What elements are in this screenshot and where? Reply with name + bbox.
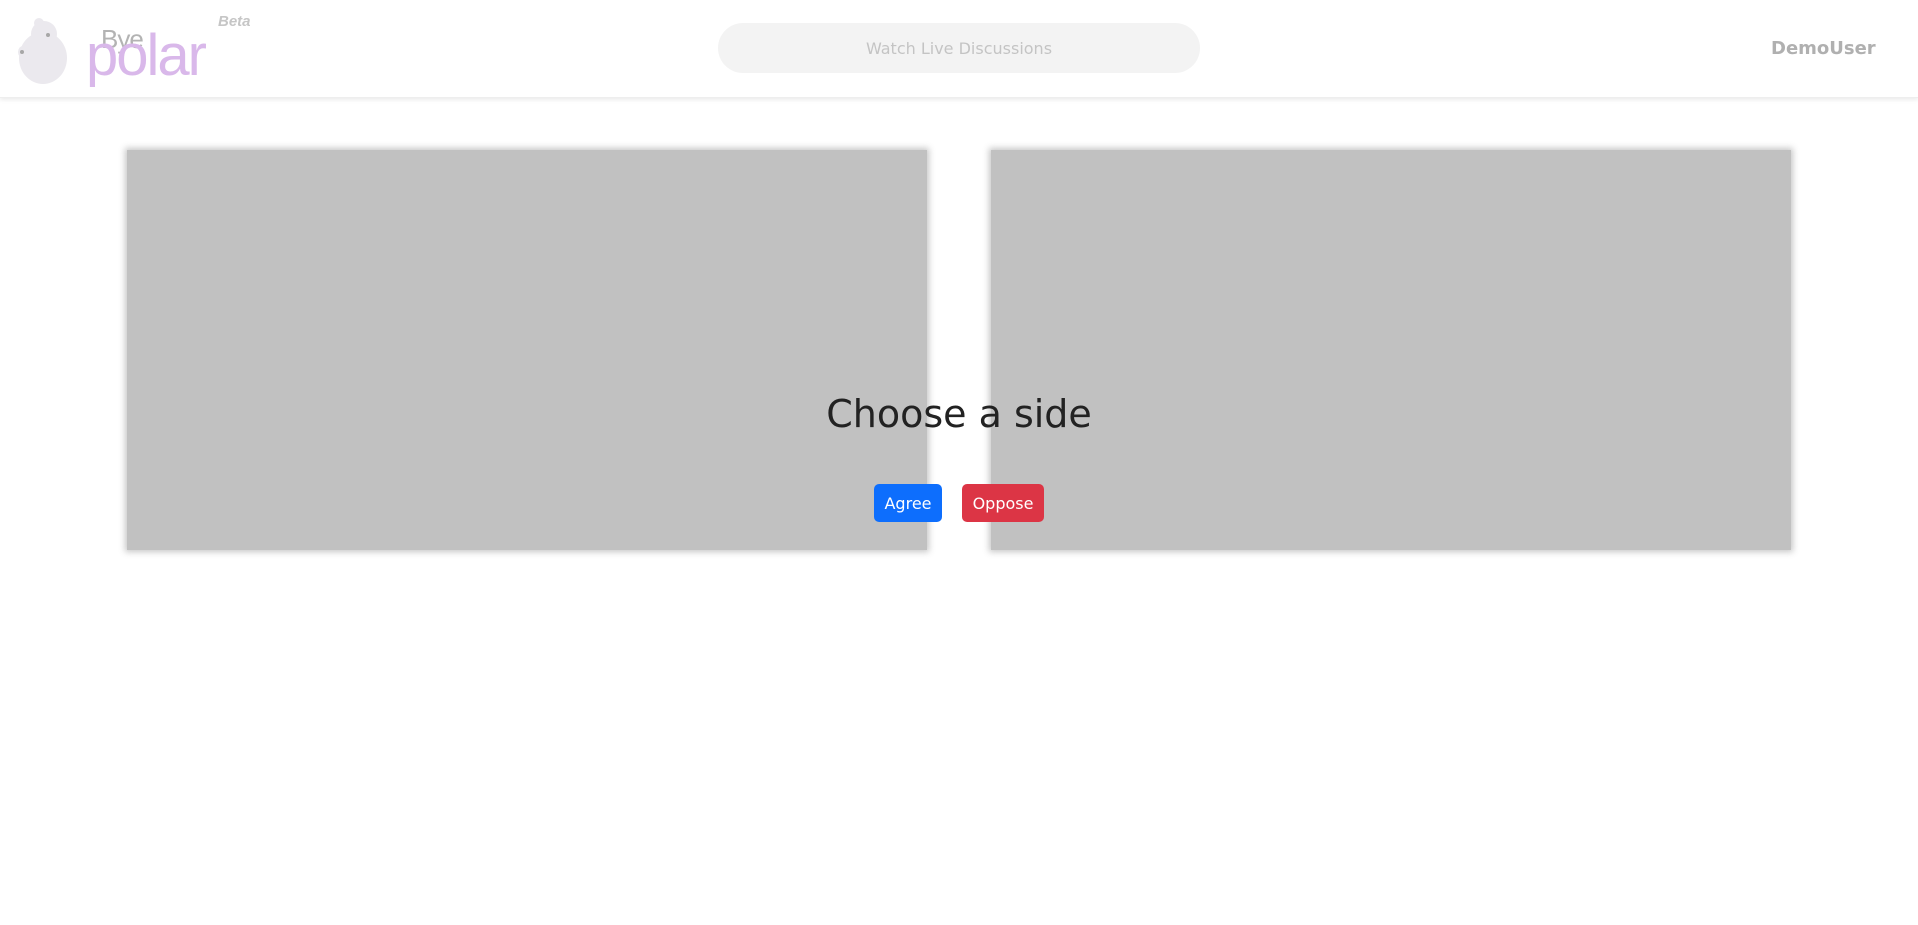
logo-polar-text: polar xyxy=(86,23,207,88)
choose-side-heading: Choose a side xyxy=(826,392,1092,436)
search-input[interactable] xyxy=(718,23,1200,73)
oppose-button[interactable]: Oppose xyxy=(962,484,1044,522)
brand-logo[interactable]: Bye polar Beta xyxy=(16,10,256,90)
user-menu[interactable]: DemoUser xyxy=(1771,38,1876,59)
polar-bear-icon xyxy=(18,18,67,84)
video-panel-right xyxy=(991,150,1791,550)
navbar: Bye polar Beta DemoUser xyxy=(0,0,1918,98)
video-panel-left xyxy=(127,150,927,550)
agree-button[interactable]: Agree xyxy=(874,484,942,522)
beta-badge: Beta xyxy=(218,13,251,30)
